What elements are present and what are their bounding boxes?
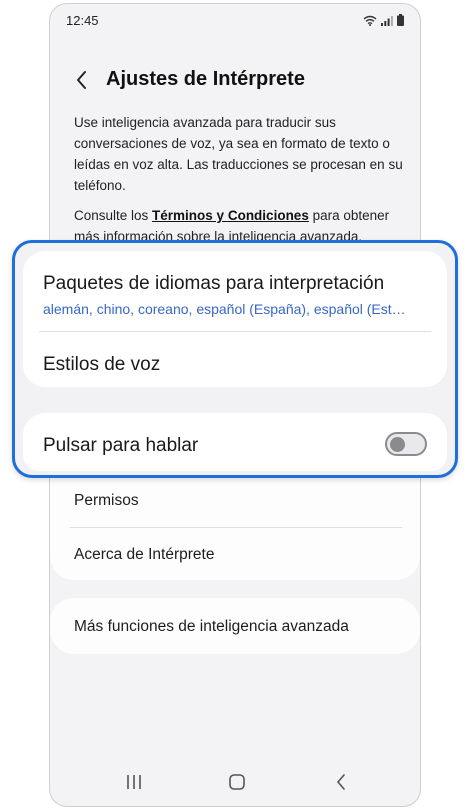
push-to-talk-card: Pulsar para hablar xyxy=(23,413,447,471)
wifi-icon xyxy=(363,15,377,26)
page-title: Ajustes de Intérprete xyxy=(106,68,305,90)
status-time: 12:45 xyxy=(66,13,99,28)
permissions-item[interactable]: Permisos xyxy=(74,492,139,510)
voice-styles-item[interactable]: Estilos de voz xyxy=(43,354,160,376)
status-icons xyxy=(363,14,404,26)
about-item[interactable]: Acerca de Intérprete xyxy=(74,546,214,564)
divider xyxy=(70,527,402,528)
signal-icon xyxy=(381,16,393,26)
language-voice-card: Paquetes de idiomas para interpretación … xyxy=(23,251,447,387)
more-features-item[interactable]: Más funciones de inteligencia avanzada xyxy=(74,618,349,636)
toggle-knob xyxy=(390,436,405,452)
push-to-talk-label: Pulsar para hablar xyxy=(43,435,199,456)
home-icon[interactable] xyxy=(225,770,249,794)
recent-apps-icon[interactable] xyxy=(122,770,146,794)
navigation-bar xyxy=(50,756,420,806)
terms-link[interactable]: Términos y Condiciones xyxy=(152,208,309,223)
back-nav-icon[interactable] xyxy=(329,770,353,794)
battery-icon xyxy=(397,14,404,26)
more-features-card: Más funciones de inteligencia avanzada xyxy=(50,598,420,654)
push-to-talk-toggle[interactable] xyxy=(385,432,427,456)
terms-prefix: Consulte los xyxy=(74,208,153,223)
header: Ajustes de Intérprete xyxy=(50,60,420,100)
highlighted-settings-panel: Paquetes de idiomas para interpretación … xyxy=(12,240,458,478)
divider xyxy=(39,331,431,332)
language-packs-title[interactable]: Paquetes de idiomas para interpretación xyxy=(43,273,384,295)
status-bar: 12:45 xyxy=(50,4,420,38)
description-text: Use inteligencia avanzada para traducir … xyxy=(74,115,403,193)
language-packs-subtitle: alemán, chino, coreano, español (España)… xyxy=(43,301,406,317)
back-arrow-icon[interactable] xyxy=(70,68,94,92)
